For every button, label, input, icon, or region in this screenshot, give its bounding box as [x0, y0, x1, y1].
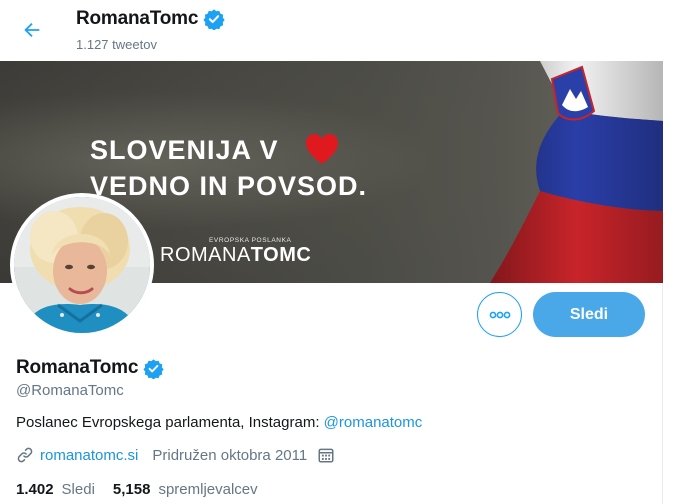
back-button[interactable] [14, 12, 50, 48]
bio-instagram-link[interactable]: @romanatomc [324, 414, 423, 431]
header-title: RomanaTomc [76, 8, 199, 29]
banner-headline-line1: SLOVENIJA V [90, 135, 279, 165]
user-handle: @RomanaTomc [16, 382, 124, 399]
display-name: RomanaTomc [16, 357, 139, 378]
following-label: Sledi [61, 481, 95, 498]
bio-text: Poslanec Evropskega parlamenta, Instagra… [16, 414, 324, 431]
profile-name-row: RomanaTomc [16, 357, 164, 379]
profile-bio: Poslanec Evropskega parlamenta, Instagra… [16, 414, 422, 431]
verified-badge-icon [143, 358, 164, 379]
website-link[interactable]: romanatomc.si [40, 447, 138, 464]
heart-icon [306, 134, 338, 164]
follow-counts: 1.402 Sledi 5,158 spremljevalcev [16, 481, 258, 498]
calendar-icon [317, 446, 335, 464]
more-options-button[interactable] [477, 292, 522, 337]
banner-brand-subtitle: EVROPSKA POSLANKA [209, 237, 292, 244]
slovenian-flag-image [490, 61, 663, 283]
header-title-row: RomanaTomc [76, 8, 225, 30]
more-dots-icon [489, 311, 510, 318]
profile-column: RomanaTomc 1.127 tweetov SLOVENIJA V VED… [0, 0, 663, 504]
banner-brand-name: ROMANATOMC [160, 244, 311, 267]
banner-brand-first: ROMANA [160, 244, 251, 266]
link-icon [17, 447, 33, 463]
joined-date: Pridružen oktobra 2011 [152, 446, 308, 464]
following-count: 1.402 [16, 481, 54, 498]
following-count-link[interactable]: 1.402 Sledi [16, 481, 95, 498]
followers-count-link[interactable]: 5,158 spremljevalcev [113, 481, 258, 498]
banner-brand-last: TOMC [250, 244, 312, 266]
tweet-count: 1.127 tweetov [76, 37, 157, 52]
followers-label: spremljevalcev [158, 481, 258, 498]
banner-headline-line2: VEDNO IN POVSOD. [90, 171, 368, 201]
follow-button[interactable]: Sledi [533, 292, 645, 337]
profile-header: RomanaTomc 1.127 tweetov [0, 0, 663, 61]
profile-meta: romanatomc.si Pridružen oktobra 2011 [16, 446, 335, 464]
avatar-photo [14, 197, 150, 333]
verified-badge-icon [203, 9, 225, 30]
back-arrow-icon [24, 22, 40, 38]
profile-avatar[interactable] [10, 193, 154, 337]
followers-count: 5,158 [112, 481, 151, 498]
